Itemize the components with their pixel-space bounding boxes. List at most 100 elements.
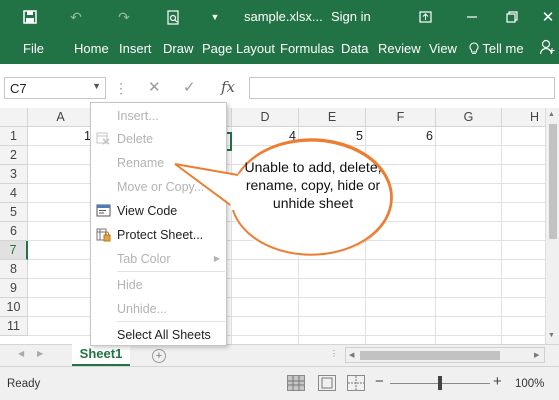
zoom-out-button[interactable]: − bbox=[375, 373, 384, 390]
zoom-level[interactable]: 100% bbox=[515, 378, 544, 390]
menu-item-view-code[interactable]: View Code bbox=[91, 200, 228, 222]
menu-item-label: Delete bbox=[117, 132, 154, 146]
gridline bbox=[365, 127, 366, 344]
row-header-8[interactable]: 8 bbox=[0, 260, 28, 279]
scroll-up-icon[interactable]: ▲ bbox=[548, 111, 555, 118]
menu-item-label: Select All Sheets bbox=[117, 328, 211, 342]
name-box[interactable]: C7 ▼ bbox=[4, 77, 106, 99]
sheet-next-icon[interactable]: ▶ bbox=[37, 349, 43, 358]
scroll-left-icon[interactable]: ◀ bbox=[349, 351, 354, 359]
menu-item-label: View Code bbox=[117, 204, 178, 218]
sheet-prev-icon[interactable]: ◀ bbox=[18, 349, 24, 358]
tab-file[interactable]: File bbox=[23, 41, 44, 56]
column-header-h[interactable]: H bbox=[502, 108, 545, 127]
row-header-7[interactable]: 7 bbox=[0, 241, 28, 260]
page-layout-view-icon[interactable] bbox=[318, 375, 336, 391]
zoom-slider-thumb[interactable] bbox=[438, 376, 442, 390]
row-header-1[interactable]: 1 bbox=[0, 127, 28, 146]
tab-draw[interactable]: Draw bbox=[163, 41, 193, 56]
share-person-icon[interactable] bbox=[539, 39, 555, 58]
cell-f1[interactable]: 6 bbox=[366, 127, 436, 146]
zoom-in-button[interactable]: + bbox=[493, 373, 502, 390]
add-sheet-icon[interactable]: + bbox=[152, 349, 166, 363]
menu-item-tab-color[interactable]: Tab Color ▶ bbox=[91, 248, 228, 270]
gridline bbox=[501, 127, 502, 344]
submenu-arrow-icon: ▶ bbox=[213, 254, 220, 263]
save-icon[interactable] bbox=[20, 7, 40, 27]
row-header-11[interactable]: 11 bbox=[0, 317, 28, 336]
print-preview-icon[interactable] bbox=[163, 7, 183, 27]
file-name: sample.xlsx... bbox=[244, 9, 323, 24]
title-bar: ↶ ↷ ▼ sample.xlsx... Sign in ✕ bbox=[0, 0, 559, 34]
cell-a1[interactable]: 1 bbox=[28, 127, 94, 146]
horizontal-scroll-thumb[interactable] bbox=[360, 351, 500, 360]
menu-item-label: Tab Color bbox=[117, 252, 171, 266]
sheet-context-menu: Insert... Delete Rename Move or Copy... … bbox=[90, 102, 227, 346]
delete-sheet-icon bbox=[95, 132, 111, 146]
gridline bbox=[231, 127, 232, 344]
ribbon-display-icon[interactable] bbox=[415, 7, 435, 27]
scroll-down-icon[interactable]: ▼ bbox=[548, 332, 555, 339]
tab-split-grip-icon[interactable]: ⋮ bbox=[330, 349, 338, 358]
menu-item-insert[interactable]: Insert... bbox=[91, 105, 228, 127]
formula-bar-grip-icon: ⋮ bbox=[114, 80, 128, 96]
formula-input[interactable] bbox=[249, 77, 555, 99]
chevron-down-icon[interactable]: ▼ bbox=[92, 81, 101, 91]
menu-divider bbox=[117, 321, 225, 322]
normal-view-icon[interactable] bbox=[287, 375, 305, 391]
column-header-e[interactable]: E bbox=[299, 108, 366, 127]
row-header-2[interactable]: 2 bbox=[0, 146, 28, 165]
menu-item-hide[interactable]: Hide bbox=[91, 274, 228, 296]
column-header-a[interactable]: A bbox=[28, 108, 94, 127]
undo-icon[interactable]: ↶ bbox=[66, 7, 86, 27]
menu-item-move-or-copy[interactable]: Move or Copy... bbox=[91, 176, 228, 198]
horizontal-scrollbar[interactable]: ◀ ▶ bbox=[345, 347, 545, 363]
ribbon-tabs: File Home Insert Draw Page Layout Formul… bbox=[0, 34, 559, 64]
enter-icon[interactable]: ✓ bbox=[183, 78, 196, 96]
tab-home[interactable]: Home bbox=[74, 41, 109, 56]
tab-view[interactable]: View bbox=[429, 41, 457, 56]
cancel-icon[interactable]: ✕ bbox=[148, 78, 161, 96]
tab-data[interactable]: Data bbox=[341, 41, 368, 56]
menu-item-protect-sheet[interactable]: Protect Sheet... bbox=[91, 224, 228, 246]
customize-dropdown-icon[interactable]: ▼ bbox=[205, 7, 225, 27]
menu-item-unhide[interactable]: Unhide... bbox=[91, 298, 228, 320]
minimize-icon[interactable] bbox=[462, 7, 482, 27]
column-header-f[interactable]: F bbox=[366, 108, 436, 127]
page-break-view-icon[interactable] bbox=[347, 375, 365, 391]
row-header-5[interactable]: 5 bbox=[0, 203, 28, 222]
menu-item-delete[interactable]: Delete bbox=[91, 128, 228, 150]
column-header-d[interactable]: D bbox=[232, 108, 299, 127]
scroll-right-icon[interactable]: ▶ bbox=[534, 351, 539, 359]
row-header-6[interactable]: 6 bbox=[0, 222, 28, 241]
row-header-9[interactable]: 9 bbox=[0, 279, 28, 298]
tell-me-box[interactable]: Tell me bbox=[469, 41, 524, 56]
row-header-10[interactable]: 10 bbox=[0, 298, 28, 317]
gridline bbox=[298, 127, 299, 344]
insert-function-icon[interactable]: fx bbox=[221, 78, 235, 96]
tab-review[interactable]: Review bbox=[378, 41, 421, 56]
vertical-scrollbar[interactable]: ▲ ▼ bbox=[545, 108, 559, 344]
menu-item-label: Hide bbox=[117, 278, 143, 292]
vertical-scroll-thumb[interactable] bbox=[549, 124, 557, 239]
menu-item-label: Rename bbox=[117, 156, 165, 170]
menu-item-select-all-sheets[interactable]: Select All Sheets bbox=[91, 324, 228, 346]
tab-page-layout[interactable]: Page Layout bbox=[202, 41, 275, 56]
row-header-3[interactable]: 3 bbox=[0, 165, 28, 184]
sign-in-link[interactable]: Sign in bbox=[331, 9, 371, 24]
close-icon[interactable]: ✕ bbox=[538, 7, 558, 27]
cell-e1[interactable]: 5 bbox=[299, 127, 366, 146]
tab-insert[interactable]: Insert bbox=[119, 41, 152, 56]
sheet-tab-sheet1[interactable]: Sheet1 bbox=[72, 344, 130, 366]
row-header-4[interactable]: 4 bbox=[0, 184, 28, 203]
cell-d1[interactable]: 4 bbox=[232, 127, 299, 146]
tell-me-label: Tell me bbox=[482, 41, 524, 56]
redo-icon[interactable]: ↷ bbox=[114, 7, 134, 27]
restore-icon[interactable] bbox=[502, 7, 522, 27]
protect-sheet-icon bbox=[95, 228, 111, 242]
tab-formulas[interactable]: Formulas bbox=[280, 41, 334, 56]
column-header-g[interactable]: G bbox=[436, 108, 502, 127]
menu-item-rename[interactable]: Rename bbox=[91, 152, 228, 174]
select-all-corner[interactable] bbox=[0, 108, 28, 127]
worksheet-grid[interactable]: A B C D E F G H 1 2 3 4 5 6 7 8 9 10 11 … bbox=[0, 108, 545, 344]
